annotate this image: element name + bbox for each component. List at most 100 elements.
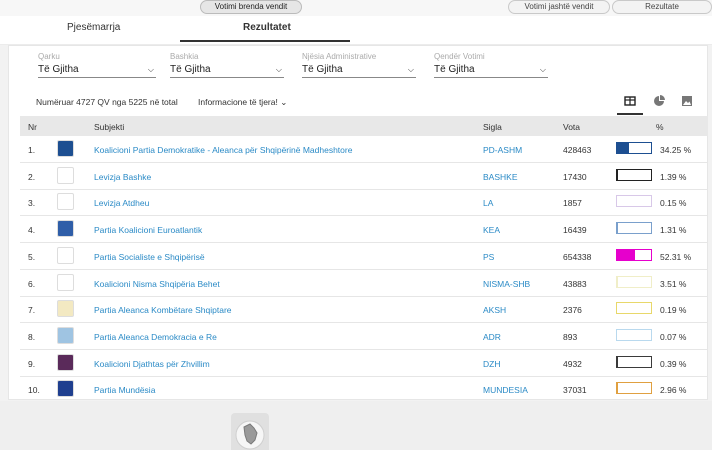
dzh-logo-icon [57, 353, 74, 371]
filter-value: Të Gjitha [170, 64, 211, 75]
party-sigla-link[interactable]: MUNDESIA [483, 385, 528, 395]
header-nr: Nr [28, 122, 37, 132]
party-name-link[interactable]: Levizja Atdheu [94, 198, 149, 208]
row-number: 5. [28, 251, 36, 262]
header-sigla: Sigla [483, 122, 502, 132]
filter-qarku[interactable]: Qarku Të Gjitha ⌵ [38, 52, 156, 78]
table-row[interactable]: 10. Partia Mundësia MUNDESIA 37031 2.96 % [20, 376, 708, 404]
party-name-link[interactable]: Partia Aleanca Kombëtare Shqiptare [94, 305, 232, 315]
pd-logo-icon [57, 140, 74, 157]
vote-share-fill [617, 143, 629, 153]
row-number: 8. [28, 331, 36, 342]
party-name-link[interactable]: Koalicioni Nisma Shqipëria Behet [94, 279, 220, 289]
mundesia-logo-icon [57, 380, 74, 398]
nisma-logo-icon [57, 273, 74, 291]
table-row[interactable]: 1. Koalicioni Partia Demokratike - Aleanc… [20, 136, 708, 163]
vote-share-bar [616, 382, 652, 395]
filter-qender-votimi[interactable]: Qendër Votimi Të Gjitha ⌵ [434, 52, 548, 78]
party-sigla-link[interactable]: KEA [483, 225, 500, 235]
party-name-link[interactable]: Partia Mundësia [94, 385, 155, 395]
active-view-indicator [617, 113, 643, 115]
party-name-link[interactable]: Levizja Bashke [94, 172, 151, 182]
party-sigla-link[interactable]: NISMA-SHB [483, 279, 530, 289]
tab-bar: Pjesëmarrja Rezultatet [0, 16, 712, 45]
vote-percent: 1.31 % [660, 225, 687, 236]
row-number: 6. [28, 278, 36, 289]
vote-count: 1857 [563, 198, 582, 209]
vote-share-bar [616, 328, 652, 341]
filter-njesia[interactable]: Njësia Administrative Të Gjitha ⌵ [302, 52, 416, 78]
kea-logo-icon [57, 220, 74, 238]
filter-bashkia[interactable]: Bashkia Të Gjitha ⌵ [170, 52, 284, 78]
party-sigla-link[interactable]: BASHKE [483, 172, 518, 182]
image-view-icon[interactable] [680, 94, 694, 108]
table-row[interactable]: 2. Levizja Bashke BASHKE 17430 1.39 % [20, 163, 708, 190]
filter-select[interactable]: Të Gjitha ⌵ [434, 62, 548, 78]
la-logo-icon [57, 193, 74, 211]
filter-select[interactable]: Të Gjitha ⌵ [170, 62, 284, 78]
vote-percent: 1.39 % [660, 171, 687, 182]
pie-chart-icon[interactable] [652, 94, 666, 108]
tab-results[interactable]: Rezultatet [243, 22, 291, 33]
filter-label: Qarku [38, 52, 60, 61]
table-row[interactable]: 9. Koalicioni Djathtas për Zhvillim DZH 493… [20, 350, 708, 377]
party-sigla-link[interactable]: DZH [483, 359, 500, 369]
chevron-down-icon: ⌵ [275, 65, 282, 74]
table-row[interactable]: 7. Partia Aleanca Kombëtare Shqiptare AKSH… [20, 296, 708, 324]
party-name-link[interactable]: Koalicioni Djathtas për Zhvillim [94, 359, 210, 369]
vote-percent: 0.07 % [660, 331, 687, 342]
header-percent: % [656, 122, 664, 132]
filter-label: Njësia Administrative [302, 52, 377, 61]
filter-label: Bashkia [170, 52, 199, 61]
outside-country-button[interactable]: Votimi jashtë vendit [508, 0, 610, 14]
aksh-logo-icon [57, 300, 74, 318]
vote-count: 16439 [563, 225, 587, 236]
vote-count: 2376 [563, 305, 582, 316]
party-sigla-link[interactable]: LA [483, 198, 493, 208]
table-row[interactable]: 5. Partia Socialiste e Shqipërisë PS 654338… [20, 243, 708, 270]
inside-country-button[interactable]: Votimi brenda vendit [200, 0, 302, 14]
header-vota: Vota [563, 122, 581, 132]
counted-summary: Numëruar 4727 QV nga 5225 në total [36, 97, 178, 107]
vote-count: 17430 [563, 171, 587, 182]
vote-percent: 52.31 % [660, 251, 692, 262]
top-bar: Votimi brenda vendit Votimi jashtë vendi… [0, 0, 712, 16]
party-sigla-link[interactable]: PS [483, 252, 494, 262]
filter-select[interactable]: Të Gjitha ⌵ [302, 62, 416, 78]
party-sigla-link[interactable]: PD-ASHM [483, 145, 522, 155]
vote-share-fill [617, 383, 618, 394]
map-widget[interactable] [231, 413, 269, 450]
party-sigla-link[interactable]: AKSH [483, 305, 506, 315]
row-number: 3. [28, 198, 36, 209]
vote-percent: 0.39 % [660, 358, 687, 369]
header-subject: Subjekti [94, 122, 125, 132]
results-button[interactable]: Rezultate [612, 0, 712, 14]
party-name-link[interactable]: Partia Aleanca Demokracia e Re [94, 332, 217, 342]
row-number: 9. [28, 358, 36, 369]
row-number: 7. [28, 305, 36, 316]
table-row[interactable]: 4. Partia Koalicioni Euroatlantik KEA 16439… [20, 216, 708, 244]
more-info-label: Informacione të tjera! [198, 97, 278, 107]
vote-percent: 0.15 % [660, 198, 687, 209]
chevron-down-icon: ⌵ [407, 65, 414, 74]
party-name-link[interactable]: Partia Koalicioni Euroatlantik [94, 225, 202, 235]
table-row[interactable]: 6. Koalicioni Nisma Shqipëria Behet NISMA-… [20, 270, 708, 297]
party-name-link[interactable]: Partia Socialiste e Shqipërisë [94, 252, 205, 262]
tab-participation[interactable]: Pjesëmarrja [67, 22, 120, 33]
table-row[interactable]: 3. Levizja Atdheu LA 1857 0.15 % [20, 189, 708, 217]
vote-count: 43883 [563, 278, 587, 289]
adr-logo-icon [57, 326, 74, 344]
filter-select[interactable]: Të Gjitha ⌵ [38, 62, 156, 78]
filter-label: Qendër Votimi [434, 52, 485, 61]
more-info-toggle[interactable]: Informacione të tjera! ⌄ [198, 97, 287, 108]
vote-count: 37031 [563, 385, 587, 396]
vote-share-bar [616, 142, 652, 154]
table-row[interactable]: 8. Partia Aleanca Demokracia e Re ADR 893 0.… [20, 323, 708, 350]
party-name-link[interactable]: Koalicioni Partia Demokratike - Aleanca … [94, 145, 352, 155]
vote-share-bar [616, 355, 652, 368]
vote-share-bar [616, 195, 652, 208]
active-tab-indicator [180, 40, 350, 42]
row-number: 2. [28, 171, 36, 182]
party-sigla-link[interactable]: ADR [483, 332, 501, 342]
table-view-icon[interactable] [623, 94, 637, 108]
